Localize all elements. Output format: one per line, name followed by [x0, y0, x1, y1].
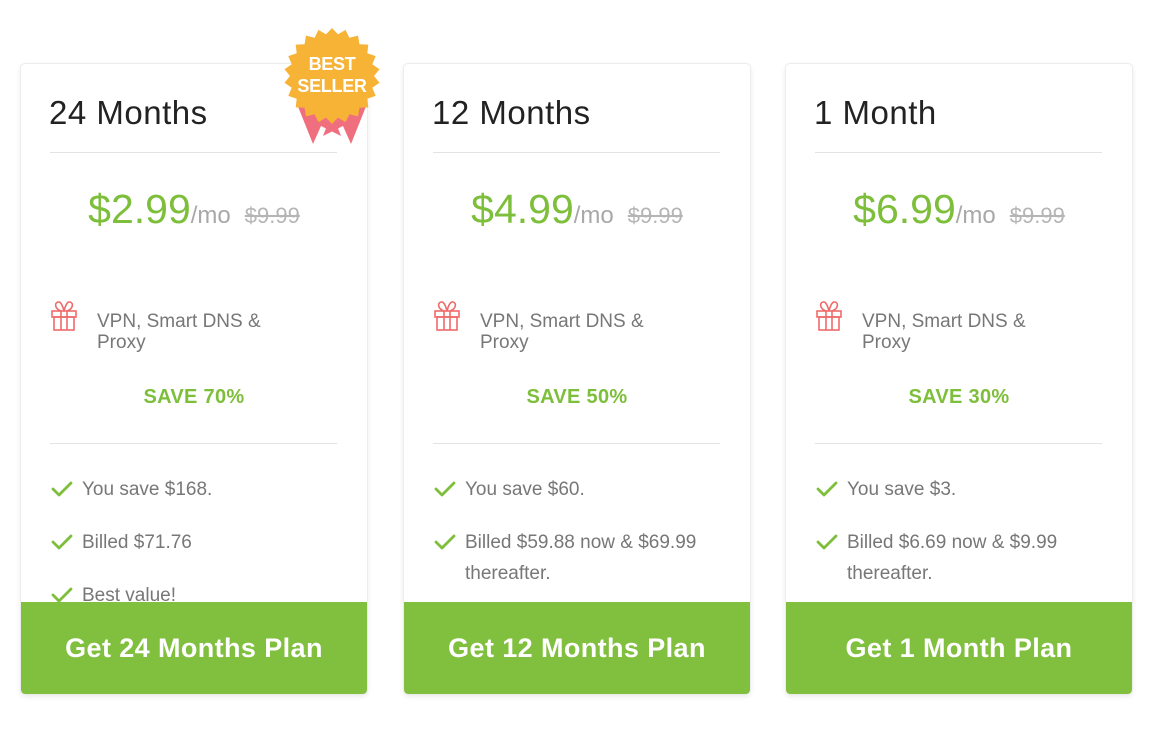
feature: VPN, Smart DNS & Proxy — [433, 300, 713, 353]
benefit-text: You save $168. — [82, 479, 213, 500]
feature-text: VPN, Smart DNS & Proxy — [97, 311, 261, 353]
benefit-item: You save $60. — [433, 474, 733, 505]
divider — [815, 152, 1102, 153]
divider — [50, 152, 337, 153]
divider — [433, 443, 720, 444]
benefit-item: Billed $59.88 now & $69.99 thereafter. — [433, 527, 733, 589]
badge-line-1: BEST — [308, 54, 356, 74]
badge-line-2: SELLER — [297, 76, 367, 96]
benefit-text: Billed $71.76 — [82, 532, 192, 553]
benefit-text: You save $3. — [847, 479, 957, 500]
price-period: /mo — [573, 202, 614, 229]
plan-card-24-months: 24 Months $2.99/mo $9.99 VPN, Smart DNS &… — [21, 64, 367, 694]
plan-title: 12 Months — [432, 94, 591, 131]
price: $6.99 — [853, 186, 956, 232]
check-icon — [51, 534, 73, 550]
feature: VPN, Smart DNS & Proxy — [50, 300, 330, 353]
benefit-item: Billed $71.76 — [50, 527, 350, 558]
check-icon — [51, 481, 73, 497]
benefit-item: You save $3. — [815, 474, 1115, 505]
benefit-item: Billed $6.69 now & $9.99 thereafter. — [815, 527, 1115, 589]
divider — [433, 152, 720, 153]
price-period: /mo — [955, 202, 996, 229]
feature-text: VPN, Smart DNS & Proxy — [862, 311, 1026, 353]
plan-card-1-month: 1 Month $6.99/mo $9.99 VPN, Smart DNS & P… — [786, 64, 1132, 694]
price-row: $4.99/mo $9.99 — [404, 186, 750, 233]
feature: VPN, Smart DNS & Proxy — [815, 300, 1095, 353]
price-row: $2.99/mo $9.99 — [21, 186, 367, 233]
price: $4.99 — [471, 186, 574, 232]
save-percentage: SAVE 50% — [526, 386, 628, 408]
get-24-months-plan-button[interactable]: Get 24 Months Plan — [21, 602, 367, 694]
gift-icon — [51, 301, 77, 331]
feature-text: VPN, Smart DNS & Proxy — [480, 311, 644, 353]
price-row: $6.99/mo $9.99 — [786, 186, 1132, 233]
gift-icon — [434, 301, 460, 331]
check-icon — [434, 481, 456, 497]
divider — [50, 443, 337, 444]
get-1-month-plan-button[interactable]: Get 1 Month Plan — [786, 602, 1132, 694]
benefits-list: You save $3. Billed $6.69 now & $9.99 th… — [815, 474, 1115, 611]
get-12-months-plan-button[interactable]: Get 12 Months Plan — [404, 602, 750, 694]
plan-title: 1 Month — [814, 94, 937, 131]
gift-icon — [816, 301, 842, 331]
old-price: $9.99 — [244, 203, 300, 228]
price-period: /mo — [190, 202, 231, 229]
divider — [815, 443, 1102, 444]
benefit-text: Billed $59.88 now & $69.99 thereafter. — [465, 532, 697, 584]
benefit-text: You save $60. — [465, 479, 585, 500]
price: $2.99 — [88, 186, 191, 232]
old-price: $9.99 — [1009, 203, 1065, 228]
save-percentage: SAVE 70% — [143, 386, 245, 408]
pricing-plans: 24 Months $2.99/mo $9.99 VPN, Smart DNS &… — [0, 0, 1169, 729]
old-price: $9.99 — [627, 203, 683, 228]
save-percentage: SAVE 30% — [908, 386, 1010, 408]
best-seller-badge: BEST SELLER — [283, 26, 381, 148]
plan-title: 24 Months — [49, 94, 208, 131]
benefits-list: You save $60. Billed $59.88 now & $69.99… — [433, 474, 733, 611]
benefit-text: Billed $6.69 now & $9.99 thereafter. — [847, 532, 1058, 584]
badge-text: BEST SELLER — [283, 53, 381, 97]
check-icon — [816, 534, 838, 550]
plan-card-12-months: 12 Months $4.99/mo $9.99 VPN, Smart DNS &… — [404, 64, 750, 694]
check-icon — [816, 481, 838, 497]
check-icon — [434, 534, 456, 550]
benefit-item: You save $168. — [50, 474, 350, 505]
